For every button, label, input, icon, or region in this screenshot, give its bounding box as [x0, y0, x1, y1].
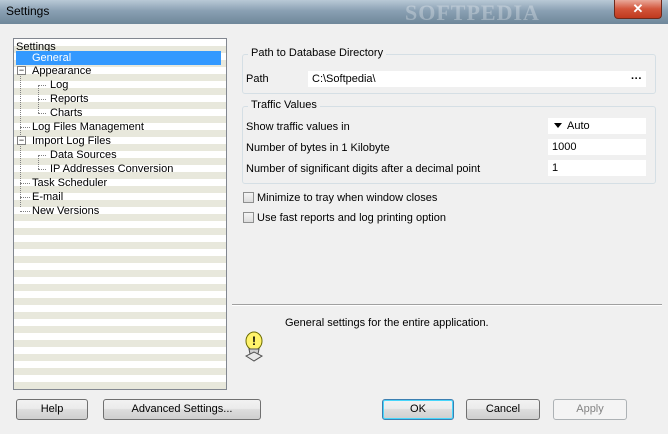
lightbulb-info-icon: ! [244, 331, 264, 362]
ok-button[interactable]: OK [382, 399, 454, 420]
bytes-input[interactable]: 1000 [548, 139, 646, 155]
tree-item-email[interactable]: E-mail [32, 190, 63, 204]
description-separator [232, 304, 662, 306]
minimize-to-tray-checkbox[interactable] [243, 192, 254, 203]
collapse-import-icon[interactable]: − [17, 136, 26, 145]
tree-line [38, 113, 46, 114]
bytes-label: Number of bytes in 1 Kilobyte [246, 142, 390, 154]
collapse-appearance-icon[interactable]: − [17, 66, 26, 75]
tree-item-new-versions[interactable]: New Versions [32, 204, 99, 218]
svg-text:!: ! [252, 334, 256, 348]
window-title: Settings [6, 4, 50, 18]
tree-item-reports[interactable]: Reports [50, 92, 89, 106]
browse-icon[interactable]: ··· [631, 71, 642, 87]
tree-line [20, 197, 30, 198]
tree-item-ip-addresses-conversion[interactable]: IP Addresses Conversion [50, 162, 173, 176]
tree-line [38, 99, 46, 100]
tree-item-data-sources[interactable]: Data Sources [50, 148, 117, 162]
fast-reports-checkbox[interactable] [243, 212, 254, 223]
database-group-title: Path to Database Directory [248, 47, 387, 59]
settings-tree[interactable]: Settings General − Appearance Log Report… [13, 38, 227, 390]
tree-line [38, 169, 46, 170]
cancel-button[interactable]: Cancel [466, 399, 540, 420]
digits-label: Number of significant digits after a dec… [246, 163, 481, 175]
title-bar[interactable]: Settings SOFTPEDIA ✕ [0, 0, 668, 25]
digits-input[interactable]: 1 [548, 160, 646, 176]
help-button[interactable]: Help [16, 399, 88, 420]
tree-item-general[interactable]: General [16, 51, 221, 65]
tree-line [38, 155, 46, 156]
tree-item-log-files-management[interactable]: Log Files Management [32, 120, 144, 134]
close-button[interactable]: ✕ [614, 0, 662, 19]
path-field[interactable]: C:\Softpedia\ ··· [308, 71, 646, 87]
tree-line [20, 183, 30, 184]
advanced-settings-button[interactable]: Advanced Settings... [103, 399, 261, 420]
chevron-down-icon [554, 123, 562, 128]
settings-window: Settings SOFTPEDIA ✕ Settings General − … [0, 0, 668, 434]
tree-line [20, 211, 30, 212]
dialog-client-area: Settings General − Appearance Log Report… [6, 30, 662, 428]
show-traffic-label: Show traffic values in [246, 121, 350, 133]
tree-line [20, 127, 30, 128]
tree-item-task-scheduler[interactable]: Task Scheduler [32, 176, 107, 190]
tree-line [38, 85, 46, 86]
general-settings-panel: Path to Database Directory Path C:\Softp… [232, 30, 662, 386]
softpedia-watermark: SOFTPEDIA [405, 0, 540, 25]
description-text: General settings for the entire applicat… [285, 317, 489, 329]
path-label: Path [246, 73, 269, 85]
tree-item-import-log-files[interactable]: Import Log Files [32, 134, 111, 148]
show-traffic-select[interactable]: Auto [548, 118, 646, 134]
tree-item-charts[interactable]: Charts [50, 106, 82, 120]
fast-reports-label: Use fast reports and log printing option [257, 212, 446, 224]
tree-line [38, 155, 39, 169]
tree-item-log[interactable]: Log [50, 78, 68, 92]
apply-button[interactable]: Apply [553, 399, 627, 420]
tree-item-appearance[interactable]: Appearance [32, 64, 91, 78]
traffic-group-title: Traffic Values [248, 99, 320, 111]
minimize-to-tray-label: Minimize to tray when window closes [257, 192, 438, 204]
